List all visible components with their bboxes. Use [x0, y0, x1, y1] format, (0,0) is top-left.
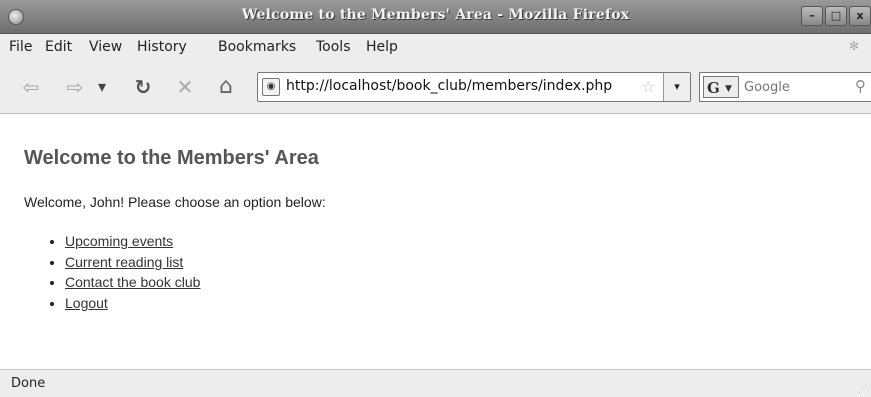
- menu-bookmarks[interactable]: Bookmarks: [218, 39, 296, 55]
- status-text: Done: [11, 376, 46, 391]
- menu-bar: File Edit View History Bookmarks Tools H…: [0, 34, 871, 60]
- page-favicon-icon: ◉: [262, 78, 280, 96]
- list-item: Upcoming events: [65, 231, 200, 252]
- menu-help[interactable]: Help: [366, 39, 398, 55]
- maximize-button[interactable]: □: [825, 6, 847, 26]
- history-dropdown-icon[interactable]: ▾: [92, 74, 112, 100]
- page-heading: Welcome to the Members' Area: [24, 147, 319, 169]
- close-button[interactable]: x: [849, 6, 871, 26]
- reload-icon[interactable]: ↻: [130, 74, 156, 100]
- list-item: Contact the book club: [65, 272, 200, 293]
- list-item: Logout: [65, 293, 200, 314]
- navigation-toolbar: ⇦ ⇨ ▾ ↻ ✕ ⌂ ◉ http://localhost/book_club…: [0, 60, 871, 114]
- menu-file[interactable]: File: [9, 39, 32, 55]
- current-reading-list-link[interactable]: Current reading list: [65, 254, 183, 270]
- url-dropdown-icon[interactable]: ▾: [663, 73, 690, 101]
- list-item: Current reading list: [65, 252, 200, 273]
- upcoming-events-link[interactable]: Upcoming events: [65, 233, 173, 249]
- status-bar: Done ⋰: [0, 369, 871, 397]
- chevron-down-icon: ▼: [725, 84, 732, 94]
- resize-grip-icon[interactable]: ⋰: [858, 385, 868, 395]
- home-icon[interactable]: ⌂: [213, 74, 239, 100]
- menu-history[interactable]: History: [137, 39, 187, 55]
- menu-view[interactable]: View: [89, 39, 122, 55]
- welcome-text: Welcome, John! Please choose an option b…: [24, 194, 326, 210]
- window-title: Welcome to the Members' Area - Mozilla F…: [241, 7, 630, 23]
- options-list: Upcoming events Current reading list Con…: [30, 231, 200, 313]
- throbber-icon: ✻: [849, 39, 860, 53]
- stop-icon[interactable]: ✕: [172, 74, 198, 100]
- title-bar: Welcome to the Members' Area - Mozilla F…: [0, 0, 871, 34]
- address-bar[interactable]: ◉ http://localhost/book_club/members/ind…: [257, 72, 691, 102]
- search-engine-button[interactable]: G ▼: [703, 76, 739, 98]
- bookmark-star-icon[interactable]: ☆: [641, 77, 655, 96]
- back-icon[interactable]: ⇦: [18, 74, 44, 100]
- page-content: Welcome to the Members' Area Welcome, Jo…: [0, 114, 871, 369]
- google-engine-icon: G: [707, 79, 720, 97]
- minimize-button[interactable]: –: [801, 6, 823, 26]
- browser-window: Welcome to the Members' Area - Mozilla F…: [0, 0, 871, 397]
- url-text[interactable]: http://localhost/book_club/members/index…: [286, 78, 612, 94]
- search-input[interactable]: [744, 78, 839, 96]
- search-bar: G ▼ ⚲: [699, 72, 871, 102]
- logout-link[interactable]: Logout: [65, 295, 108, 311]
- menu-tools[interactable]: Tools: [316, 39, 351, 55]
- forward-icon[interactable]: ⇨: [62, 74, 88, 100]
- search-icon[interactable]: ⚲: [855, 77, 866, 95]
- window-controls: – □ x: [799, 6, 871, 26]
- contact-book-club-link[interactable]: Contact the book club: [65, 274, 200, 290]
- menu-edit[interactable]: Edit: [45, 39, 72, 55]
